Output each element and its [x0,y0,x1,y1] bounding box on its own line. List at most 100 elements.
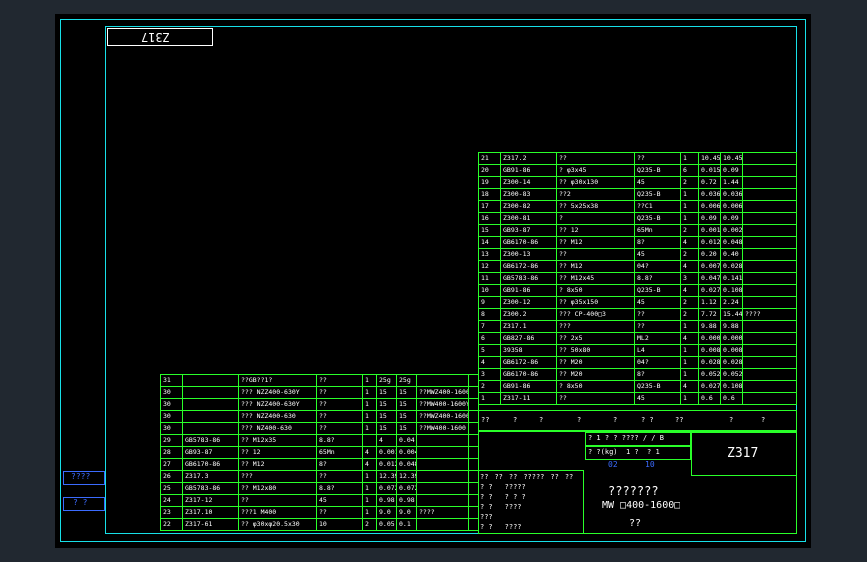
table-cell: ?? M12x80 [238,482,317,495]
table-cell: 0.015 [698,164,721,177]
signature-cell: ????? [504,483,526,491]
table-cell: 1 [680,392,699,405]
parts-header-cell: ? ? [641,416,654,424]
table-cell: 4 [680,260,699,273]
table-cell: GB5783-86 [500,272,557,285]
table-cell: 1 [680,368,699,381]
table-cell [468,422,479,435]
table-cell: ?? φ30xφ20.5x30 [238,518,317,531]
table-cell [742,152,797,165]
signature-cell: ? ? [480,483,493,491]
table-cell: 1 [680,200,699,213]
table-row: 5 39358?? 50x80 L4 1 0.008 0.008 [478,344,797,357]
table-cell: 1 [478,392,501,405]
table-cell [742,188,797,201]
table-row: 15GB93-87?? 1265Mn20.00120.0024 [478,224,797,237]
table-cell: Q235-B [634,188,681,201]
table-cell: 22 [160,518,183,531]
table-cell: 25g [396,374,417,387]
table-row: 26Z317.3?????112.3912.39 [160,470,479,483]
table-cell: ? φ3x45 [556,164,635,177]
table-row: 19 Z300-14?? φ30x130 45 2 0.72 1.44 [478,176,797,189]
table-cell: 0.0012 [698,224,721,237]
table-cell: Z300-12 [500,296,557,309]
table-cell: 19 [478,176,501,189]
signature-row: ? ? ? ? ? [480,492,532,502]
table-cell: 8? [634,368,681,381]
table-row: 11 GB5783-86?? M12x45 8.8? 3 0.047 0.141 [478,272,797,285]
parts-header-cell: ? [729,416,734,424]
table-cell: 0.05 [376,518,397,531]
table-cell: 15.44 [720,308,743,321]
table-row: 30??? NZZ400-630Y?? 1 15 15 ??MWZ400-1600Y [160,386,479,399]
table-cell [468,470,479,483]
table-cell: GB6172-86 [500,260,557,273]
signature-cell: ?? [508,473,518,481]
table-cell: GB6170-86 [500,236,557,249]
table-cell: 9 [478,296,501,309]
mirrored-code: Z317 [141,30,170,44]
table-cell: Q235-B [634,164,681,177]
table-cell: 9.88 [720,320,743,333]
table-cell [742,344,797,357]
table-cell [416,518,469,531]
signature-row: ??????????????? [480,472,579,482]
table-cell: 1 [362,470,377,483]
table-row: 12 GB6172-86?? M12 04? 4 0.007 0.028 [478,260,797,273]
table-cell: 0.007 [698,260,721,273]
table-cell [468,506,479,519]
table-cell [468,482,479,495]
table-cell: 4 [680,332,699,345]
table-row: 3 GB6170-86?? M20 8? 1 0.052 0.052 [478,368,797,381]
table-cell: 8.8? [316,434,363,447]
table-cell: 13 [478,248,501,261]
table-cell: 0.036 [698,188,721,201]
table-row: 30??? NZ400-630?? 1 15 15 ??MW400-1600 [160,422,479,435]
table-cell [742,272,797,285]
table-cell [742,356,797,369]
table-cell: 65Mn [316,446,363,459]
table-cell: ML2 [634,332,681,345]
table-cell: 30 [160,398,183,411]
signature-row: ? ?????? [480,482,532,492]
table-row: 31 ??GB??1??? 1 25g 25g [160,374,479,387]
table-cell: 10.45 [698,152,721,165]
parts-list-left: 31 ??GB??1??? 1 25g 25g 30??? NZZ400-630Y?? 1 1… [160,374,479,531]
table-cell [416,482,469,495]
title-block-a: ? 1 ? ? ???? / / B [588,434,664,442]
table-cell: 15 [376,398,397,411]
table-cell: 1 [362,494,377,507]
table-cell: Q235-B [634,380,681,393]
table-cell: 21 [478,152,501,165]
table-cell [742,248,797,261]
table-cell: 0.1 [396,518,417,531]
title-block-c1: 02 [608,460,618,469]
table-cell: ?? M12 [556,260,635,273]
table-row: 10 GB91-86? 8x50 Q235-B 4 0.027 0.108 [478,284,797,297]
table-cell: ?? [316,374,363,387]
signature-cell: ? ? [480,523,493,531]
table-cell: ??? CP-400□3 [556,308,635,321]
table-cell: ?? [556,152,635,165]
table-cell: ?? M12x45 [556,272,635,285]
table-cell: GB5783-86 [182,482,239,495]
table-cell [742,368,797,381]
table-cell [182,422,239,435]
table-cell: GB91-86 [500,284,557,297]
table-cell: ?? [316,410,363,423]
table-cell [468,494,479,507]
table-row: 28GB93-87?? 1265Mn40.00120.0048 [160,446,479,459]
table-row: 27GB6170-86?? M128?40.0120.048 [160,458,479,471]
table-cell: 15 [396,410,417,423]
table-cell: ?? 12 [238,446,317,459]
table-cell: 45 [634,176,681,189]
table-cell: 0.048 [720,236,743,249]
signature-cell: ?? [550,473,559,481]
table-cell: 0.0065 [720,200,743,213]
table-cell: Q235-B [634,212,681,225]
table-cell: 8.8? [316,482,363,495]
table-cell: ??? [556,320,635,333]
parts-header-cell: ? [761,416,766,424]
table-cell: Z317-12 [182,494,239,507]
table-cell: ?? [556,392,635,405]
